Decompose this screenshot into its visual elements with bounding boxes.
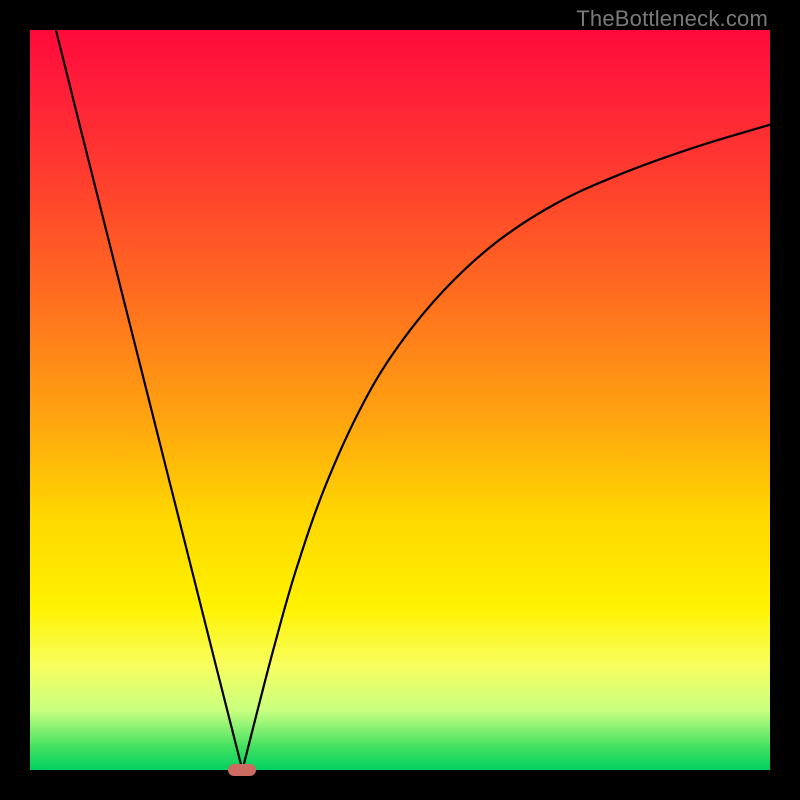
- bottleneck-marker: [228, 764, 256, 776]
- chart-container: TheBottleneck.com: [0, 0, 800, 800]
- plot-area: [30, 30, 770, 770]
- curve-svg: [30, 30, 770, 770]
- watermark-text: TheBottleneck.com: [576, 6, 768, 32]
- curve-left-branch: [56, 30, 242, 770]
- curve-right-branch: [242, 125, 770, 770]
